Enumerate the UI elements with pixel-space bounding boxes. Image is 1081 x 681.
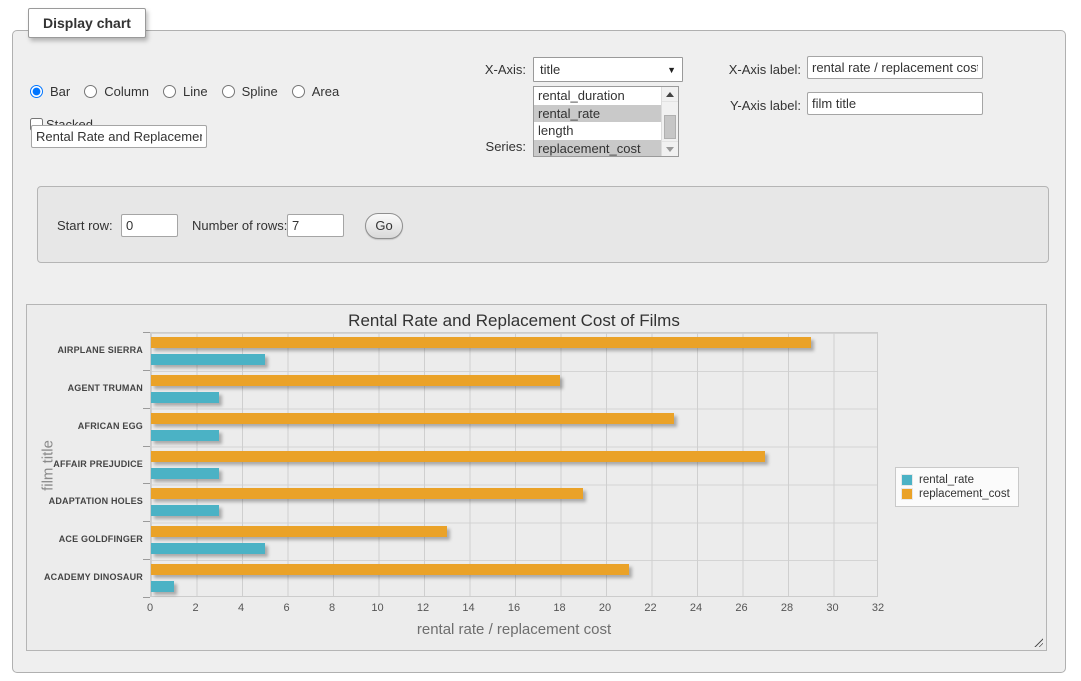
plot-area	[150, 332, 878, 597]
y-axis-tick	[143, 332, 150, 333]
display-chart-legend: Display chart	[28, 8, 146, 38]
row-range-panel: Start row: Number of rows: Go	[37, 186, 1049, 263]
x-tick-label: 14	[449, 602, 489, 614]
chart-title-input[interactable]	[31, 125, 207, 148]
y-category-label: ADAPTATION HOLES	[27, 483, 143, 521]
y-axis-tick	[143, 483, 150, 484]
x-tick-label: 4	[221, 602, 261, 614]
x-tick-label: 10	[358, 602, 398, 614]
x-axis-label-input[interactable]	[807, 56, 983, 79]
y-axis-tick	[143, 446, 150, 447]
bar-rental_rate	[151, 505, 219, 516]
num-rows-label: Number of rows:	[192, 218, 287, 233]
bar-rental_rate	[151, 354, 265, 365]
series-option-rental_duration[interactable]: rental_duration	[534, 87, 661, 105]
bar-replacement_cost	[151, 413, 674, 424]
legend-swatch-icon	[901, 474, 913, 486]
y-axis-tick	[143, 408, 150, 409]
series-option-rental_rate[interactable]: rental_rate	[534, 105, 661, 123]
legend-entry-rental_rate: rental_rate	[901, 474, 1010, 486]
x-tick-label: 2	[176, 602, 216, 614]
bar-replacement_cost	[151, 488, 583, 499]
series-option-length[interactable]: length	[534, 122, 661, 140]
x-tick-label: 12	[403, 602, 443, 614]
bar-replacement_cost	[151, 526, 447, 537]
y-axis-label-caption: Y-Axis label:	[663, 98, 801, 113]
bar-replacement_cost	[151, 451, 765, 462]
bar-rental_rate	[151, 581, 174, 592]
x-tick-label: 6	[267, 602, 307, 614]
display-chart-fieldset: BarColumnLineSplineArea Stacked X-Axis: …	[12, 30, 1066, 673]
bar-rental_rate	[151, 392, 219, 403]
scrollbar-thumb[interactable]	[664, 115, 676, 139]
x-tick-label: 8	[312, 602, 352, 614]
x-tick-label: 22	[631, 602, 671, 614]
x-tick-label: 18	[540, 602, 580, 614]
legend-swatch-icon	[901, 488, 913, 500]
x-axis-select-label: X-Axis:	[413, 62, 526, 77]
x-tick-label: 30	[813, 602, 853, 614]
x-tick-label: 32	[858, 602, 898, 614]
chart-x-axis-title: rental rate / replacement cost	[150, 621, 878, 638]
start-row-input[interactable]	[121, 214, 178, 237]
chart-type-radio-area[interactable]	[292, 85, 305, 98]
x-tick-label: 0	[130, 602, 170, 614]
chart-type-radio-bar[interactable]	[30, 85, 43, 98]
bar-rental_rate	[151, 543, 265, 554]
x-tick-label: 16	[494, 602, 534, 614]
chart-legend: rental_rate replacement_cost	[895, 467, 1019, 507]
chart-type-label-spline: Spline	[242, 84, 278, 99]
x-axis-selected-value: title	[540, 62, 667, 77]
legend-entry-replacement_cost: replacement_cost	[901, 488, 1010, 500]
y-category-label: ACADEMY DINOSAUR	[27, 559, 143, 597]
chart-type-label-line: Line	[183, 84, 208, 99]
resize-grip-icon[interactable]	[1033, 637, 1043, 647]
scroll-down-icon[interactable]	[662, 141, 678, 156]
x-tick-label: 24	[676, 602, 716, 614]
chart-type-radio-group: Bar Column Line Spline Area	[30, 84, 349, 99]
series-listbox[interactable]: rental_durationrental_ratelengthreplacem…	[533, 86, 679, 157]
y-axis-label-input[interactable]	[807, 92, 983, 115]
x-tick-label: 26	[722, 602, 762, 614]
y-category-label: AFRICAN EGG	[27, 408, 143, 446]
y-axis-tick	[143, 597, 150, 598]
bar-rental_rate	[151, 430, 219, 441]
y-category-label: AGENT TRUMAN	[27, 370, 143, 408]
chart-type-label-column: Column	[104, 84, 149, 99]
chart-title: Rental Rate and Replacement Cost of Film…	[150, 311, 878, 331]
series-option-replacement_cost[interactable]: replacement_cost	[534, 140, 661, 157]
y-category-label: AIRPLANE SIERRA	[27, 332, 143, 370]
legend-label: replacement_cost	[919, 488, 1010, 500]
chart-type-label-bar: Bar	[50, 84, 70, 99]
chart-type-radio-column[interactable]	[84, 85, 97, 98]
series-options: rental_durationrental_ratelengthreplacem…	[534, 87, 661, 156]
start-row-label: Start row:	[57, 218, 113, 233]
chart-type-radio-spline[interactable]	[222, 85, 235, 98]
x-axis-select[interactable]: title ▼	[533, 57, 683, 82]
chart-type-label-area: Area	[312, 84, 339, 99]
x-tick-label: 20	[585, 602, 625, 614]
chart-panel: Rental Rate and Replacement Cost of Film…	[26, 304, 1047, 651]
bar-replacement_cost	[151, 375, 560, 386]
num-rows-input[interactable]	[287, 214, 344, 237]
go-button[interactable]: Go	[365, 213, 403, 239]
y-category-label: ACE GOLDFINGER	[27, 521, 143, 559]
bar-rental_rate	[151, 468, 219, 479]
bar-replacement_cost	[151, 564, 629, 575]
bar-replacement_cost	[151, 337, 811, 348]
y-axis-tick	[143, 521, 150, 522]
y-axis-tick	[143, 370, 150, 371]
x-axis-label-caption: X-Axis label:	[663, 62, 801, 77]
x-tick-label: 28	[767, 602, 807, 614]
chart-type-radio-line[interactable]	[163, 85, 176, 98]
y-category-label: AFFAIR PREJUDICE	[27, 446, 143, 484]
legend-label: rental_rate	[919, 474, 974, 486]
y-axis-tick	[143, 559, 150, 560]
series-select-label: Series:	[413, 139, 526, 154]
